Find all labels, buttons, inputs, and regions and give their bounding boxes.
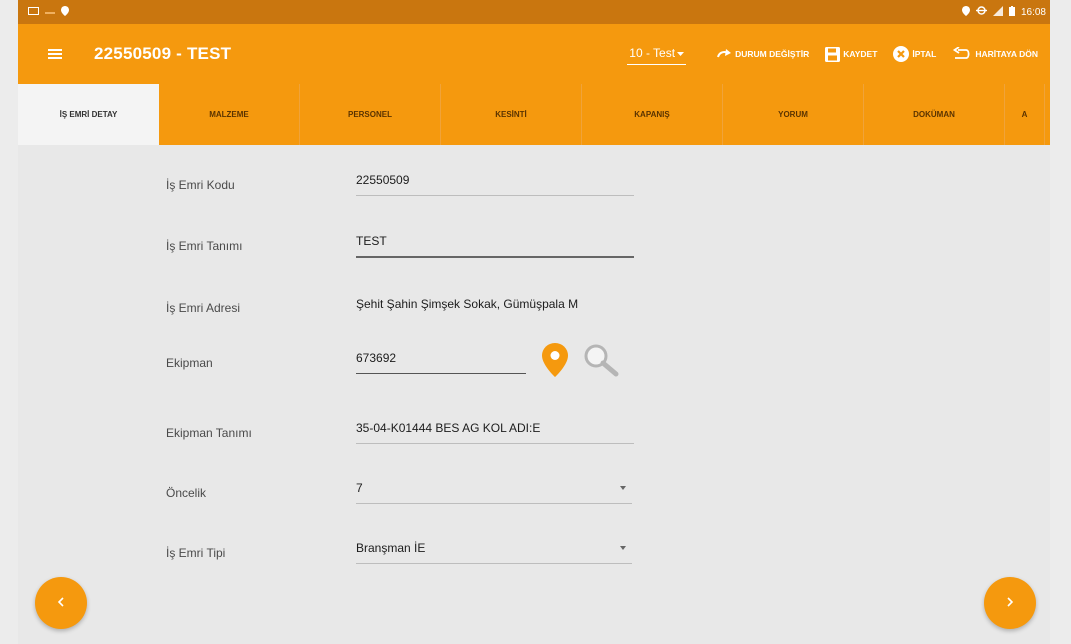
work-order-desc-label: İş Emri Tanımı: [166, 239, 243, 253]
work-order-detail-form: İş Emri Kodu 22550509 İş Emri Tanımı TES…: [18, 145, 1050, 644]
close-circle-icon: [893, 46, 910, 62]
location-pin-icon: [961, 5, 970, 19]
form-row-equipment: Ekipman 673692: [166, 343, 626, 382]
work-order-desc-field[interactable]: TEST: [356, 234, 634, 258]
form-row-equipment-desc: Ekipman Tanımı 35-04-K01444 BES AG KOL A…: [166, 421, 634, 444]
back-to-map-label: HARİTAYA DÖN: [975, 49, 1038, 59]
minus-icon: [45, 7, 55, 18]
chevron-left-icon: [57, 594, 65, 612]
tab-closing[interactable]: KAPANIŞ: [582, 84, 723, 145]
form-row-work-order-type: İş Emri Tipi Branşman İE: [166, 541, 632, 564]
status-right-icons: 16:08: [961, 5, 1046, 19]
work-order-address-field[interactable]: Şehit Şahin Şimşek Sokak, Gümüşpala M: [356, 297, 634, 319]
page-title: 22550509 - TEST: [94, 44, 232, 63]
work-order-address-label: İş Emri Adresi: [166, 301, 241, 315]
priority-label: Öncelik: [166, 485, 207, 500]
status-left-icons: [28, 5, 69, 19]
work-order-type-value: Branşman İE: [356, 541, 426, 555]
equipment-desc-field[interactable]: 35-04-K01444 BES AG KOL ADI:E: [356, 421, 634, 444]
work-order-type-dropdown[interactable]: Branşman İE: [356, 541, 632, 564]
change-status-button[interactable]: DURUM DEĞİŞTİR: [716, 49, 809, 59]
chevron-down-icon: [677, 46, 685, 60]
tab-comment[interactable]: YORUM: [723, 84, 864, 145]
floppy-disk-icon: [825, 46, 841, 62]
cancel-button[interactable]: İPTAL: [893, 46, 936, 62]
status-time: 16:08: [1020, 6, 1046, 18]
signal-icon: [992, 5, 1003, 19]
location-pin-icon: [61, 5, 69, 19]
map-marker-icon[interactable]: [542, 343, 568, 382]
work-order-code-field[interactable]: 22550509: [356, 173, 634, 196]
tab-outage[interactable]: KESİNTİ: [441, 84, 582, 145]
return-arrow-icon: [952, 47, 972, 61]
back-to-map-button[interactable]: HARİTAYA DÖN: [952, 47, 1038, 61]
form-row-priority: Öncelik 7: [166, 481, 632, 504]
status-dropdown-value: 10 - Test: [629, 45, 676, 60]
form-row-work-order-address: İş Emri Adresi Şehit Şahin Şimşek Sokak,…: [166, 297, 634, 319]
save-label: KAYDET: [843, 49, 878, 59]
work-order-type-label: İş Emri Tipi: [166, 545, 226, 560]
priority-dropdown[interactable]: 7: [356, 481, 632, 504]
chevron-down-icon: [620, 486, 626, 490]
status-dropdown[interactable]: 10 - Test: [627, 44, 687, 65]
menu-icon[interactable]: [48, 49, 62, 59]
battery-icon: [1008, 5, 1015, 19]
tab-bar: İŞ EMRİ DETAY MALZEME PERSONEL KESİNTİ K…: [18, 84, 1050, 145]
change-status-label: DURUM DEĞİŞTİR: [735, 49, 810, 59]
redo-arrow-icon: [716, 49, 732, 59]
tab-overflow[interactable]: A: [1005, 84, 1045, 145]
priority-value: 7: [356, 481, 363, 495]
tab-material[interactable]: MALZEME: [159, 84, 300, 145]
tab-work-order-detail[interactable]: İŞ EMRİ DETAY: [18, 84, 159, 145]
app-bar: 22550509 - TEST 10 - Test DURUM DEĞİŞTİR…: [18, 24, 1050, 84]
sync-icon: [975, 5, 987, 19]
form-row-work-order-code: İş Emri Kodu 22550509: [166, 173, 634, 196]
equipment-field[interactable]: 673692: [356, 351, 526, 374]
tab-personnel[interactable]: PERSONEL: [300, 84, 441, 145]
equipment-label: Ekipman: [166, 355, 213, 370]
toolbar-actions: 10 - Test DURUM DEĞİŞTİR KAYDET İPTAL HA…: [627, 24, 1050, 84]
search-icon[interactable]: [582, 343, 626, 382]
image-icon: [28, 6, 39, 18]
system-status-bar: 16:08: [18, 0, 1050, 24]
cancel-label: İPTAL: [912, 49, 937, 59]
equipment-desc-label: Ekipman Tanımı: [166, 425, 252, 440]
next-button[interactable]: [984, 577, 1036, 629]
previous-button[interactable]: [35, 577, 87, 629]
tab-document[interactable]: DOKÜMAN: [864, 84, 1005, 145]
chevron-down-icon: [620, 546, 626, 550]
work-order-code-label: İş Emri Kodu: [166, 177, 235, 192]
form-row-work-order-desc: İş Emri Tanımı TEST: [166, 234, 634, 258]
save-button[interactable]: KAYDET: [825, 46, 878, 62]
chevron-right-icon: [1006, 594, 1014, 612]
